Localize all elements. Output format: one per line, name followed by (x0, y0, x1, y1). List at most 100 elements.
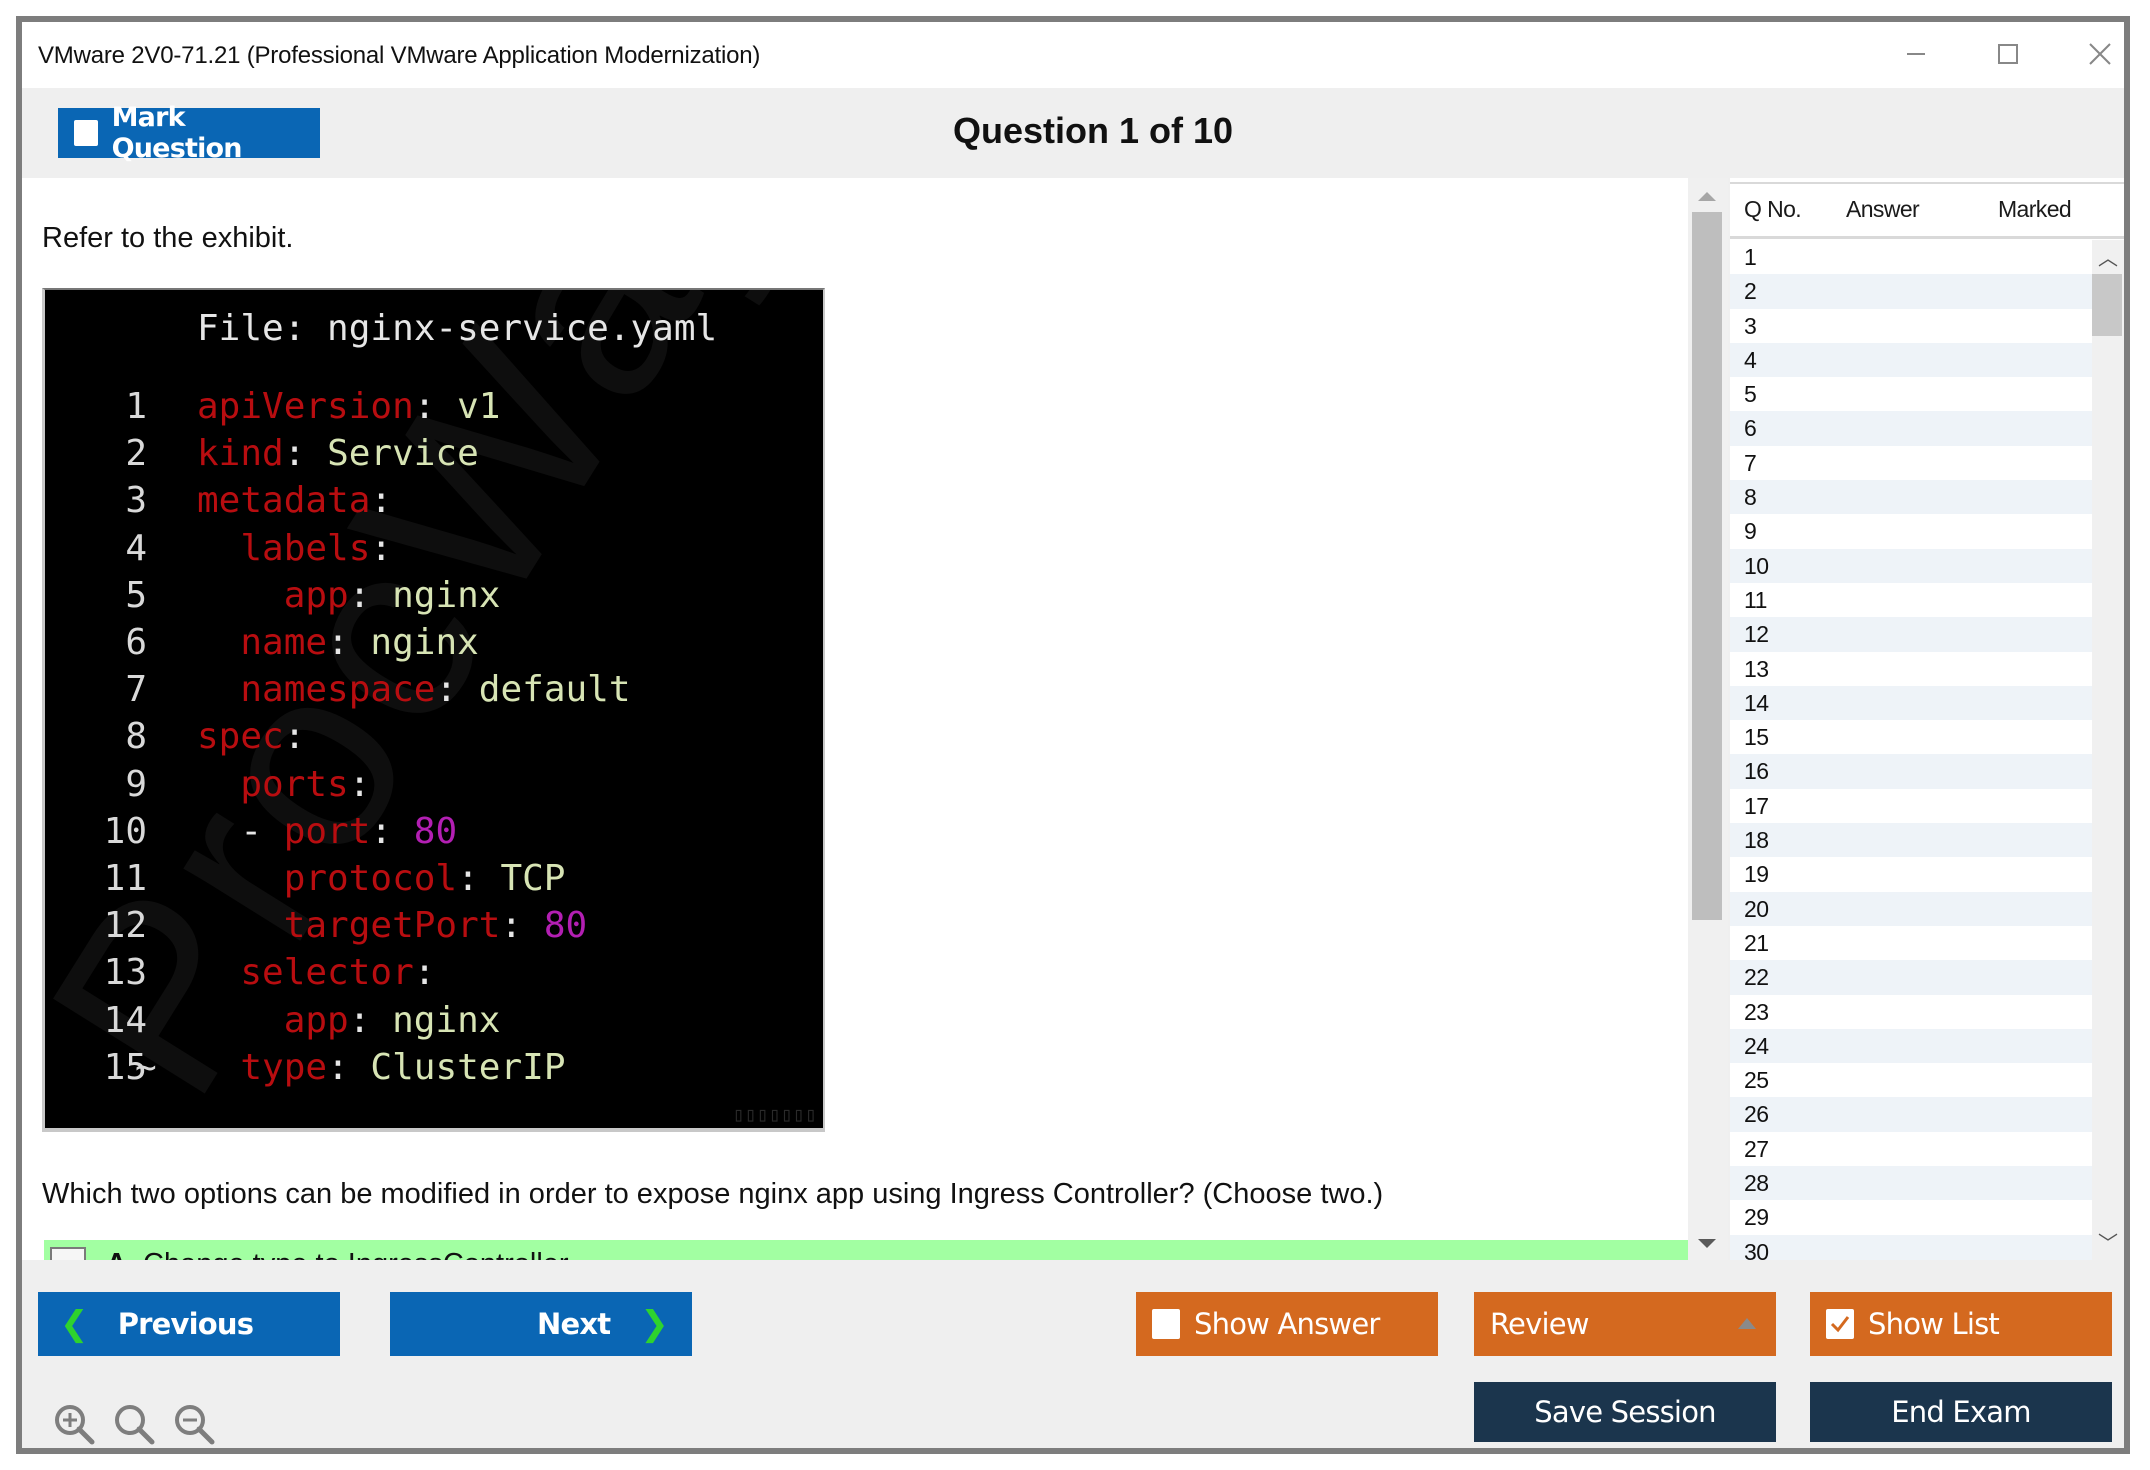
question-list-row[interactable]: 22 (1730, 960, 2092, 995)
question-list-row[interactable]: 2 (1730, 274, 2092, 309)
next-button[interactable]: Next ❯ (390, 1292, 692, 1356)
question-list-row[interactable]: 24 (1730, 1028, 2092, 1064)
zoom-reset-icon[interactable] (112, 1402, 158, 1453)
scroll-up-arrow-icon[interactable] (1698, 192, 1716, 201)
line-number: 9 (125, 763, 147, 805)
question-list-row[interactable]: 7 (1730, 446, 2092, 480)
yaml-value: v1 (457, 386, 501, 427)
question-number: 13 (1744, 655, 1769, 682)
question-list-row[interactable]: 16 (1730, 754, 2092, 789)
column-answer[interactable]: Answer (1846, 196, 1920, 223)
question-list-row[interactable]: 14 (1730, 685, 2092, 721)
yaml-value: 80 (543, 905, 588, 947)
question-list-row[interactable]: 21 (1730, 926, 2092, 960)
scrollbar-thumb[interactable] (1692, 212, 1722, 920)
question-list-row[interactable]: 12 (1730, 617, 2092, 652)
question-list-row[interactable]: 26 (1730, 1097, 2092, 1132)
option-a-text: Change type to IngressController (143, 1248, 569, 1261)
code-text: labels: (197, 528, 392, 569)
question-number: 29 (1744, 1204, 1769, 1231)
yaml-key: type (240, 1046, 328, 1088)
question-list-scroll-thumb[interactable] (2092, 274, 2122, 336)
exhibit-image: ProcWay File: nginx-service.yaml 1 apiVer… (42, 288, 825, 1132)
question-list-row[interactable]: 15 (1730, 720, 2092, 754)
question-list-row[interactable]: 23 (1730, 995, 2092, 1029)
column-marked[interactable]: Marked (1998, 196, 2072, 223)
content-scrollbar[interactable] (1688, 178, 1728, 1260)
question-list-row[interactable]: 3 (1730, 309, 2092, 343)
question-list-row[interactable]: 9 (1730, 514, 2092, 548)
question-list-row[interactable]: 5 (1730, 377, 2092, 411)
question-list-row[interactable]: 13 (1730, 652, 2092, 686)
question-list-row[interactable]: 18 (1730, 823, 2092, 858)
line-number: 7 (125, 669, 147, 711)
end-exam-button[interactable]: End Exam (1810, 1382, 2112, 1442)
option-a-letter: A. (106, 1248, 135, 1261)
line-number: 14 (103, 999, 147, 1041)
yaml-key: app (283, 574, 349, 616)
question-list-row[interactable]: 20 (1730, 891, 2092, 926)
yaml-key: protocol (283, 858, 458, 899)
question-number: 25 (1744, 1067, 1769, 1094)
option-a[interactable]: A. Change type to IngressController (44, 1240, 1688, 1260)
chevron-down-icon[interactable]: ﹀ (2098, 1227, 2118, 1256)
yaml-separator: : (348, 999, 393, 1041)
zoom-out-icon[interactable] (172, 1402, 218, 1453)
caret-up-icon (1738, 1318, 1756, 1329)
show-answer-checkbox[interactable] (1152, 1309, 1180, 1339)
question-list-row[interactable]: 10 (1730, 548, 2092, 583)
close-button[interactable] (2070, 34, 2130, 74)
show-answer-button[interactable]: Show Answer (1136, 1292, 1438, 1356)
question-list-row[interactable]: 8 (1730, 480, 2092, 515)
question-intro: Refer to the exhibit. (42, 222, 294, 254)
code-text: name: nginx (197, 622, 478, 663)
question-number: 17 (1744, 792, 1769, 819)
minimize-button[interactable] (1886, 34, 1946, 74)
previous-label: Previous (117, 1307, 254, 1341)
question-list-row[interactable]: 25 (1730, 1063, 2092, 1097)
show-list-button[interactable]: Show List (1810, 1292, 2112, 1356)
review-label: Review (1490, 1307, 1589, 1341)
scroll-down-arrow-icon[interactable] (1698, 1239, 1716, 1248)
maximize-button[interactable] (1978, 34, 2038, 74)
question-list-row[interactable]: 1 (1730, 240, 2092, 274)
column-q-no[interactable]: Q No. (1744, 196, 1802, 223)
question-number: 7 (1744, 449, 1757, 476)
question-list-row[interactable]: 27 (1730, 1132, 2092, 1166)
question-list-row[interactable]: 17 (1730, 789, 2092, 823)
end-exam-label: End Exam (1891, 1395, 2031, 1429)
yaml-key: ports (240, 763, 349, 805)
question-list-row[interactable]: 30 (1730, 1234, 2092, 1260)
question-list-row[interactable]: 29 (1730, 1200, 2092, 1234)
exam-window: VMware 2V0-71.21 (Professional VMware Ap… (16, 16, 2130, 1454)
show-list-checkbox[interactable] (1826, 1309, 1854, 1339)
show-answer-label: Show Answer (1194, 1307, 1380, 1341)
question-list-row[interactable]: 28 (1730, 1166, 2092, 1201)
question-number: 16 (1744, 758, 1769, 785)
question-list-row[interactable]: 4 (1730, 342, 2092, 378)
line-number: 12 (103, 905, 147, 947)
line-number: 11 (103, 858, 147, 899)
question-list-row[interactable]: 6 (1730, 411, 2092, 446)
question-list-scrollbar[interactable]: ︿ ﹀ (2092, 240, 2124, 1260)
previous-button[interactable]: ❮ Previous (38, 1292, 340, 1356)
maximize-icon (1998, 44, 2018, 64)
yaml-value: default (478, 669, 631, 711)
option-a-checkbox[interactable] (50, 1247, 86, 1260)
chevron-up-icon[interactable]: ︿ (2098, 242, 2118, 271)
question-number: 1 (1744, 244, 1757, 270)
code-text: type: ClusterIP (197, 1046, 565, 1088)
question-list-row[interactable]: 19 (1730, 857, 2092, 891)
question-number: 21 (1744, 929, 1769, 956)
save-session-button[interactable]: Save Session (1474, 1382, 1776, 1442)
review-dropdown[interactable]: Review (1474, 1292, 1776, 1356)
yaml-separator: : (283, 433, 328, 475)
option-a-label: A. Change type to IngressController (106, 1248, 569, 1261)
question-list-panel: Q No. Answer Marked 1 2 3 4 5 6 7 8 9 10 11 12 13 14 1… (1730, 178, 2124, 1260)
zoom-in-icon[interactable] (52, 1402, 98, 1453)
question-list-row[interactable]: 11 (1730, 583, 2092, 617)
